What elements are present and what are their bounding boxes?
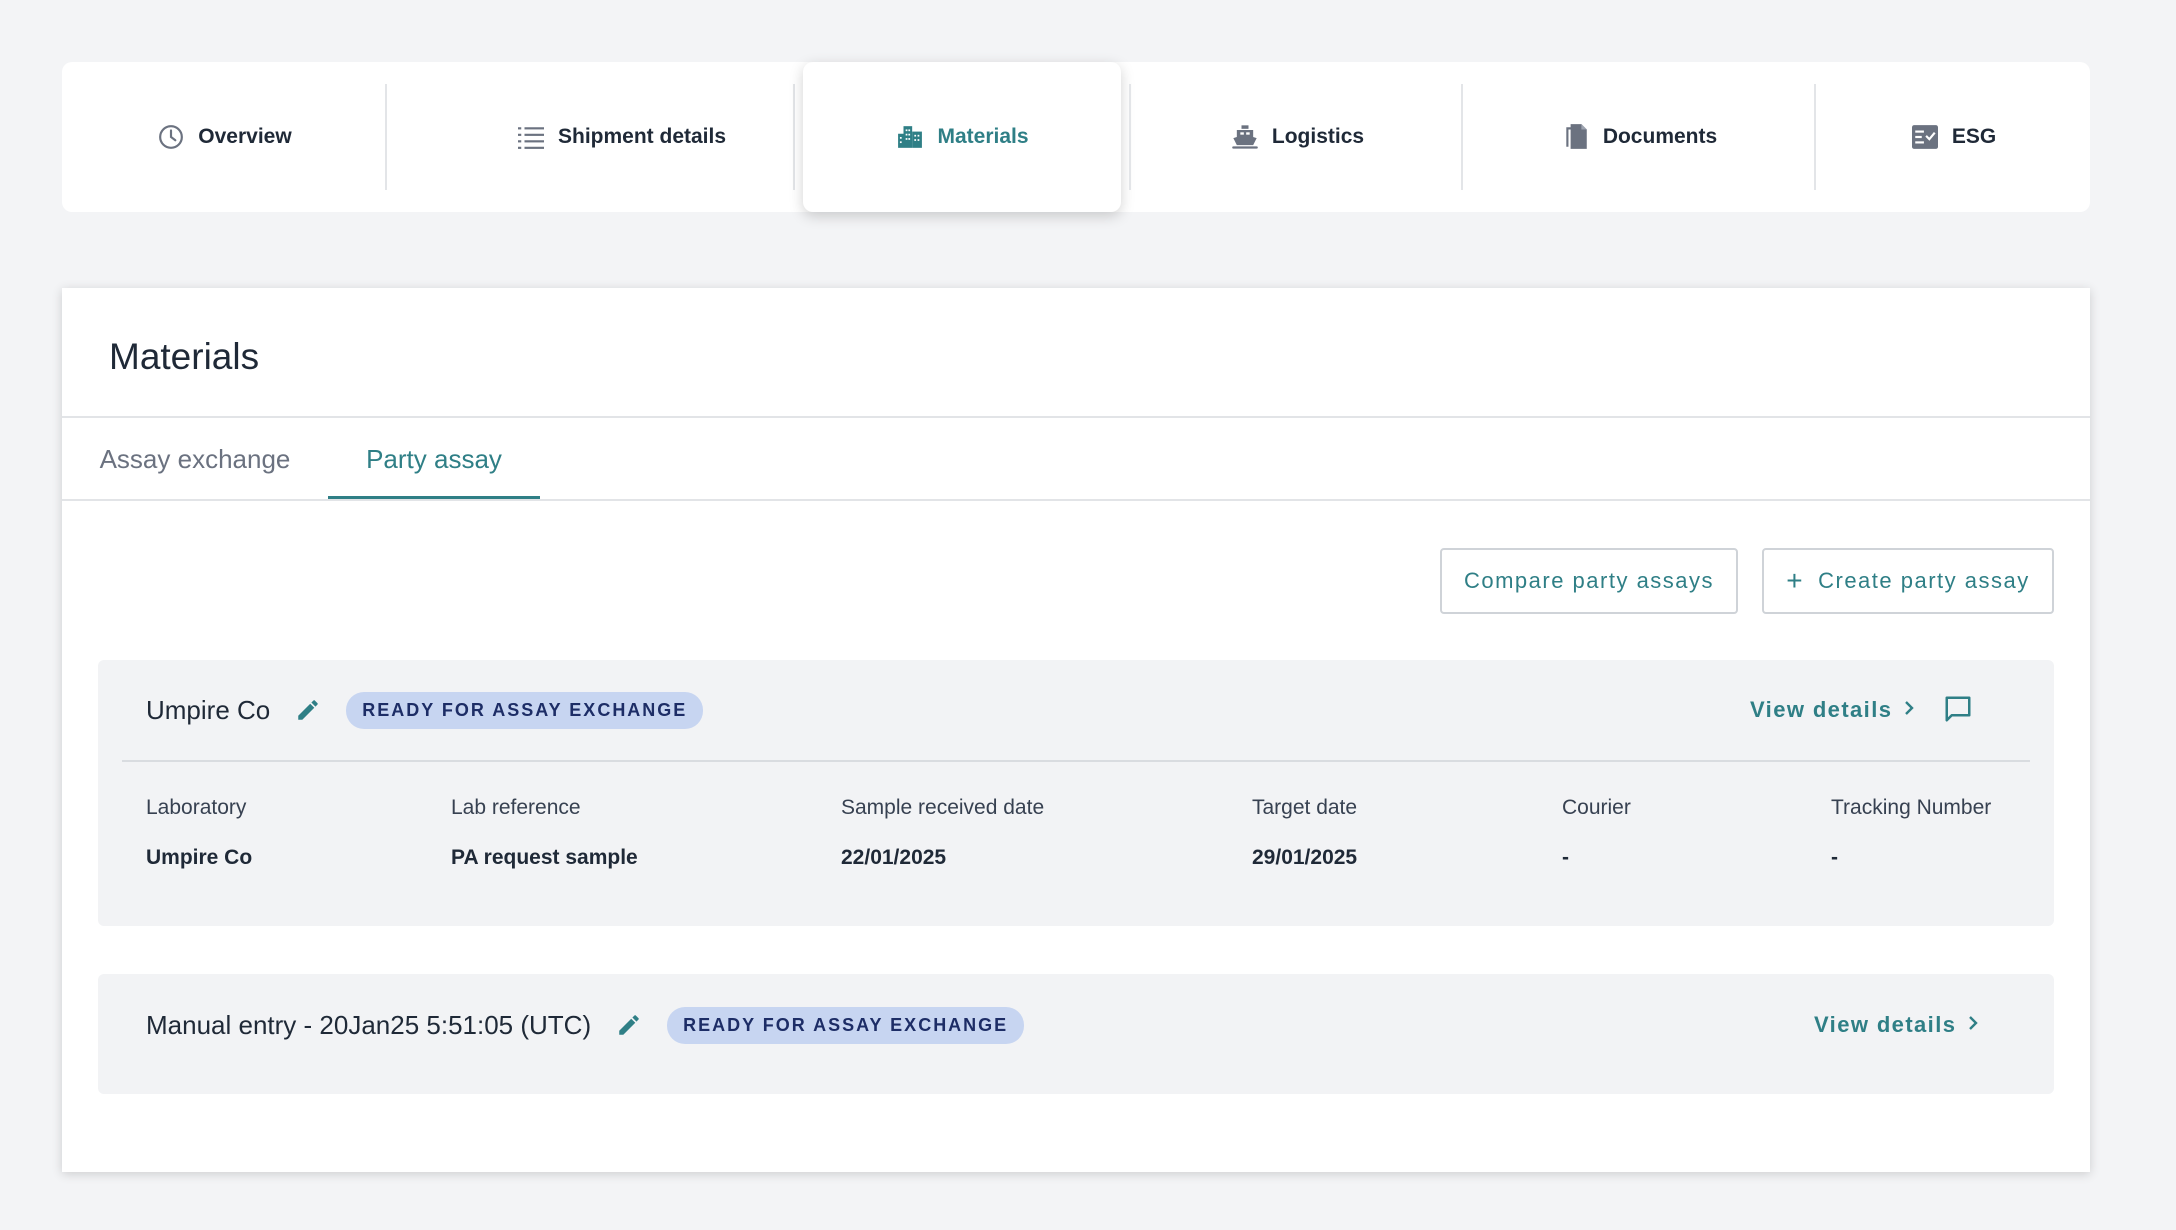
chevron-right-icon [1902,697,1916,723]
clock-icon [156,122,186,152]
page-title: Materials [109,336,260,377]
view-details-link[interactable]: View details [1814,974,1980,1076]
edit-pencil-icon[interactable] [292,694,324,726]
chevron-right-icon [1966,1012,1980,1038]
field-value: PA request sample [451,846,638,869]
view-details-label: View details [1750,697,1893,722]
assay-party-name: Manual entry - 20Jan25 5:51:05 (UTC) [146,1009,592,1040]
status-badge: READY FOR ASSAY EXCHANGE [346,691,704,729]
checklist-icon [1910,122,1940,152]
tab-party-assay[interactable]: Party assay [328,418,540,500]
tab-esg-label: ESG [1951,125,1997,148]
materials-card: Materials Assay exchange Party assay Com… [62,288,2090,1172]
field-courier: Courier - [1562,796,1631,870]
tab-materials-label: Materials [937,125,1029,148]
field-label: Sample received date [841,796,1045,819]
documents-icon [1561,122,1591,152]
tab-documents-label: Documents [1602,125,1718,148]
field-value: - [1831,846,1838,869]
view-details-label: View details [1814,1012,1957,1037]
top-nav: Overview Shipment details Materials Logi… [62,62,2090,212]
compare-button-label: Compare party assays [1463,568,1715,593]
tabs-divider [62,499,2090,501]
compare-party-assays-button[interactable]: Compare party assays [1440,548,1738,614]
tab-overview-label: Overview [198,125,292,148]
assay-card: Manual entry - 20Jan25 5:51:05 (UTC) REA… [98,974,2054,1094]
create-button-label: Create party assay [1818,568,2030,593]
tab-materials[interactable]: Materials [803,62,1121,212]
nav-divider [793,84,795,190]
assay-party-name: Umpire Co [146,694,271,725]
comment-icon[interactable] [1943,694,1977,728]
field-label: Target date [1252,796,1358,819]
field-laboratory: Laboratory Umpire Co [146,796,252,870]
field-value: 22/01/2025 [841,846,947,869]
tab-documents[interactable]: Documents [1463,62,1815,212]
view-details-link[interactable]: View details [1750,660,1916,760]
assay-card: Umpire Co READY FOR ASSAY EXCHANGE View … [98,660,2054,926]
assay-divider [122,760,2030,762]
assay-header: Umpire Co READY FOR ASSAY EXCHANGE [146,660,704,760]
field-value: Umpire Co [146,846,253,869]
field-label: Courier [1562,796,1631,819]
tab-overview[interactable]: Overview [62,62,386,212]
field-target-date: Target date 29/01/2025 [1252,796,1357,870]
ship-icon [1230,122,1260,152]
edit-pencil-icon[interactable] [613,1009,645,1041]
field-label: Lab reference [451,796,581,819]
tab-logistics-label: Logistics [1271,125,1365,148]
tab-shipment-details[interactable]: Shipment details [386,62,856,212]
field-lab-reference: Lab reference PA request sample [451,796,638,870]
tab-shipment-details-label: Shipment details [557,125,727,148]
buildings-icon [895,122,925,152]
assay-header: Manual entry - 20Jan25 5:51:05 (UTC) REA… [146,974,1025,1076]
field-tracking-number: Tracking Number - [1831,796,1991,870]
field-label: Tracking Number [1831,796,1992,819]
tab-assay-exchange[interactable]: Assay exchange [62,418,328,500]
tab-assay-exchange-label: Assay exchange [99,443,291,474]
tab-logistics[interactable]: Logistics [1131,62,1463,212]
field-sample-received-date: Sample received date 22/01/2025 [841,796,1044,870]
create-party-assay-button[interactable]: + Create party assay [1762,548,2054,614]
list-icon [516,122,546,152]
plus-icon: + [1786,565,1805,596]
status-badge: READY FOR ASSAY EXCHANGE [667,1006,1025,1044]
field-label: Laboratory [146,796,247,819]
field-value: 29/01/2025 [1252,846,1358,869]
tab-party-assay-label: Party assay [366,443,502,474]
field-value: - [1562,846,1569,869]
tab-esg[interactable]: ESG [1816,62,2090,212]
